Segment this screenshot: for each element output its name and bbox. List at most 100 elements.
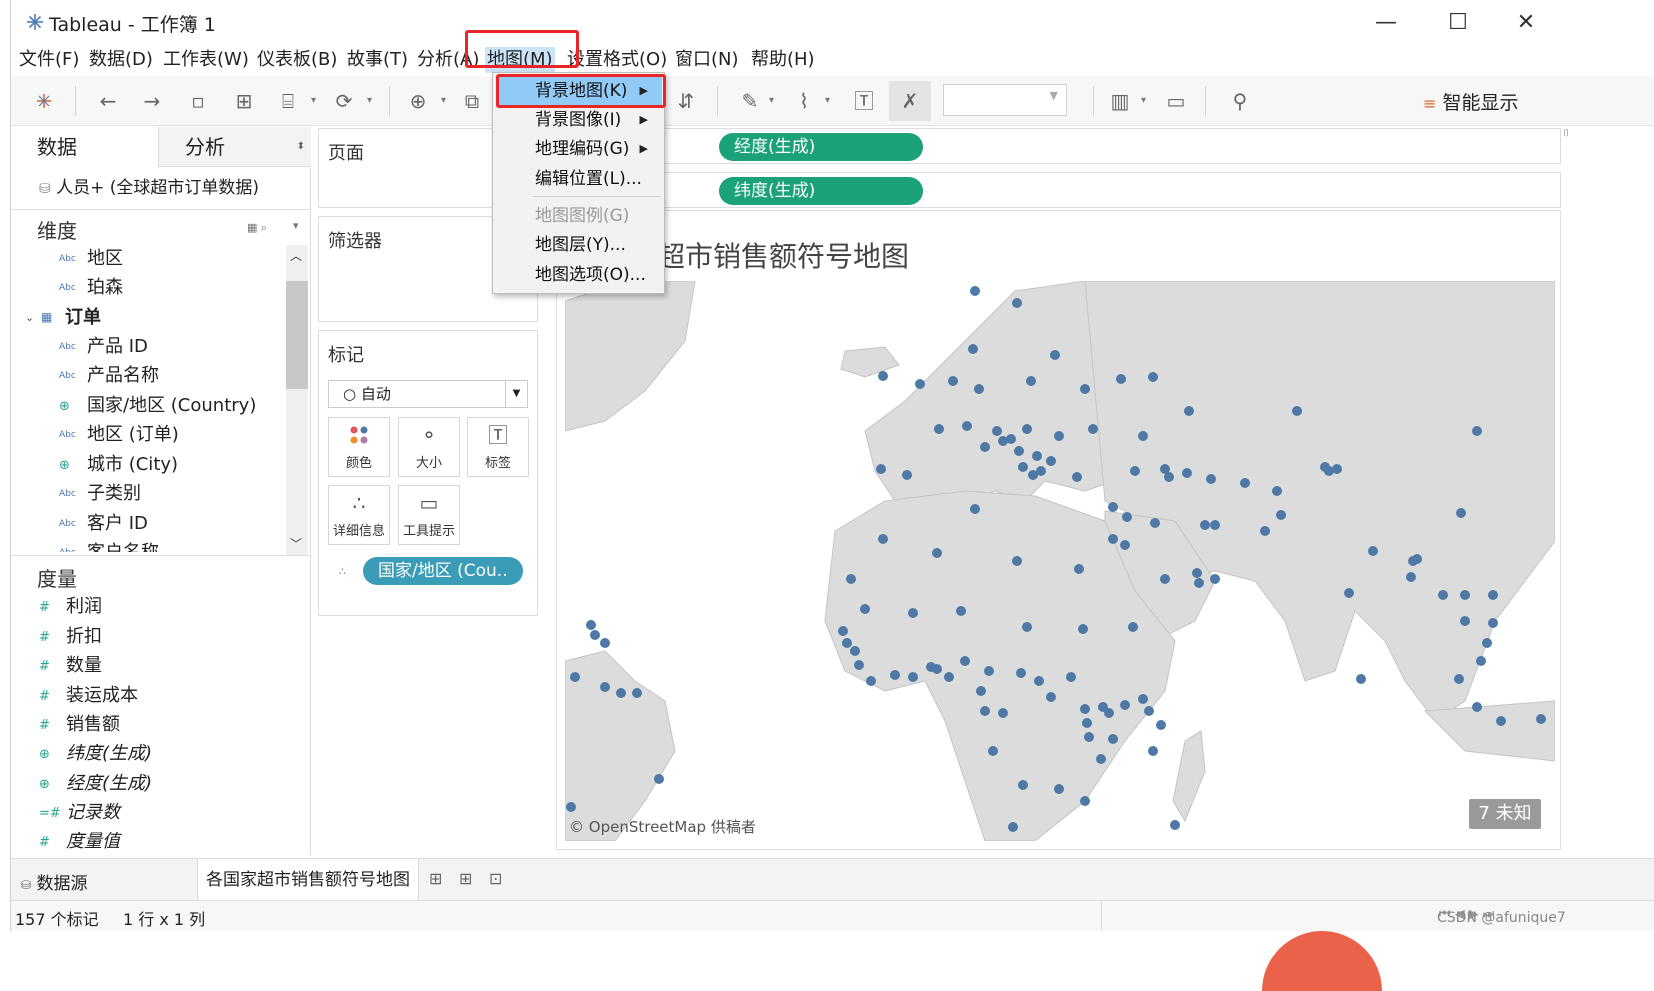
map-point[interactable] — [932, 548, 942, 558]
map-point[interactable] — [876, 464, 886, 474]
map-point[interactable] — [1144, 706, 1154, 716]
menu-item-geocoding[interactable]: 地理编码(G) ▶ — [497, 135, 662, 163]
map-point[interactable] — [1476, 656, 1486, 666]
map-point[interactable] — [956, 606, 966, 616]
menu-story[interactable]: 故事(T) — [345, 47, 410, 73]
map-point[interactable] — [998, 708, 1008, 718]
map-point[interactable] — [1344, 588, 1354, 598]
map-point[interactable] — [616, 688, 626, 698]
map-point[interactable] — [1036, 466, 1046, 476]
detail-button[interactable]: ∴ 详细信息 — [328, 485, 390, 545]
smart-display-button[interactable]: ≡ 智能显示 — [1423, 88, 1518, 114]
menu-dashboard[interactable]: 仪表板(B) — [255, 47, 339, 73]
map-point[interactable] — [1018, 780, 1028, 790]
map-point[interactable] — [566, 802, 576, 812]
refresh-icon[interactable]: ⟳ — [329, 86, 359, 116]
minimize-button[interactable]: — — [1359, 6, 1413, 40]
columns-pill-longitude[interactable]: 经度(生成) — [719, 133, 923, 161]
menu-help[interactable]: 帮助(H) — [749, 47, 817, 73]
tooltip-button[interactable]: ▭ 工具提示 — [398, 485, 460, 545]
chevron-down-icon[interactable]: ▾ — [441, 86, 451, 116]
map-point[interactable] — [908, 672, 918, 682]
menu-item-map-options[interactable]: 地图选项(O)... — [497, 261, 662, 289]
mark-type-dropdown[interactable]: ○ 自动 ▼ — [328, 380, 528, 408]
duplicate-icon[interactable]: ⧉ — [457, 86, 487, 116]
rows-pill-latitude[interactable]: 纬度(生成) — [719, 177, 923, 205]
detail-pill-country[interactable]: 国家/地区 (Cou.. — [363, 557, 523, 585]
new-datasource-icon[interactable]: ⊞ — [229, 86, 259, 116]
map-point[interactable] — [1292, 406, 1302, 416]
chevron-down-icon[interactable]: ▾ — [311, 86, 321, 116]
map-point[interactable] — [1156, 720, 1166, 730]
close-button[interactable]: ✕ — [1499, 6, 1553, 40]
map-point[interactable] — [980, 442, 990, 452]
map-point[interactable] — [1148, 746, 1158, 756]
map-point[interactable] — [1368, 546, 1378, 556]
map-point[interactable] — [1032, 451, 1042, 461]
sort-desc-icon[interactable]: ⇵ — [671, 86, 701, 116]
size-button[interactable]: ⚬ 大小 — [398, 417, 460, 477]
map-point[interactable] — [878, 534, 888, 544]
map-point[interactable] — [1182, 468, 1192, 478]
map-point[interactable] — [1066, 672, 1076, 682]
map-point[interactable] — [842, 638, 852, 648]
map-point[interactable] — [1482, 638, 1492, 648]
map-point[interactable] — [1018, 462, 1028, 472]
map-point[interactable] — [1324, 466, 1334, 476]
map-point[interactable] — [878, 371, 888, 381]
map-point[interactable] — [860, 604, 870, 614]
map-point[interactable] — [1012, 298, 1022, 308]
map-point[interactable] — [854, 660, 864, 670]
map-point[interactable] — [600, 682, 610, 692]
map-point[interactable] — [1122, 512, 1132, 522]
map-point[interactable] — [1026, 376, 1036, 386]
map-point[interactable] — [934, 424, 944, 434]
map-point[interactable] — [1488, 618, 1498, 628]
menu-format[interactable]: 设置格式(O) — [565, 47, 669, 73]
maximize-button[interactable]: ☐ — [1431, 6, 1485, 40]
map-point[interactable] — [654, 774, 664, 784]
map-point[interactable] — [586, 620, 596, 630]
fit-dropdown[interactable]: ▼ — [943, 84, 1067, 116]
map-point[interactable] — [902, 470, 912, 480]
scroll-up-icon[interactable]: ︿ — [290, 247, 302, 264]
map-point[interactable] — [1488, 590, 1498, 600]
map-point[interactable] — [1460, 616, 1470, 626]
datasource-item[interactable]: ⛁ 人员+ (全球超市订单数据) — [39, 173, 259, 198]
map-point[interactable] — [1272, 486, 1282, 496]
chevron-down-icon[interactable]: ▾ — [367, 86, 377, 116]
clear-pin-icon[interactable]: ✗ — [889, 81, 931, 121]
map-point[interactable] — [1022, 622, 1032, 632]
map-point[interactable] — [988, 746, 998, 756]
map-point[interactable] — [1138, 431, 1148, 441]
map-point[interactable] — [1012, 556, 1022, 566]
map-point[interactable] — [1078, 624, 1088, 634]
map-point[interactable] — [846, 574, 856, 584]
pause-updates-icon[interactable]: ⌸ — [273, 86, 303, 116]
map-point[interactable] — [1080, 704, 1090, 714]
map-point[interactable] — [1456, 508, 1466, 518]
map-point[interactable] — [1210, 574, 1220, 584]
map-point[interactable] — [1108, 734, 1118, 744]
map-point[interactable] — [570, 672, 580, 682]
map-point[interactable] — [1072, 472, 1082, 482]
map-point[interactable] — [1108, 534, 1118, 544]
highlight-icon[interactable]: ✎ — [735, 86, 765, 116]
chevron-down-icon[interactable]: ▾ — [293, 219, 299, 232]
map-point[interactable] — [1192, 568, 1202, 578]
map-point[interactable] — [1496, 716, 1506, 726]
menu-item-map-layers[interactable]: 地图层(Y)... — [497, 231, 662, 259]
chevron-down-icon[interactable]: ▾ — [769, 86, 779, 116]
map-point[interactable] — [1472, 426, 1482, 436]
map-point[interactable] — [1472, 702, 1482, 712]
map-point[interactable] — [1536, 714, 1546, 724]
map-point[interactable] — [1184, 406, 1194, 416]
map-point[interactable] — [908, 608, 918, 618]
map-point[interactable] — [1054, 784, 1064, 794]
new-worksheet-icon[interactable]: ⊕ — [403, 86, 433, 116]
menu-item-background-images[interactable]: 背景图像(I) ▶ — [497, 106, 662, 134]
map-point[interactable] — [1454, 674, 1464, 684]
map-point[interactable] — [1054, 431, 1064, 441]
color-button[interactable]: 颜色 — [328, 417, 390, 477]
map-point[interactable] — [1120, 540, 1130, 550]
